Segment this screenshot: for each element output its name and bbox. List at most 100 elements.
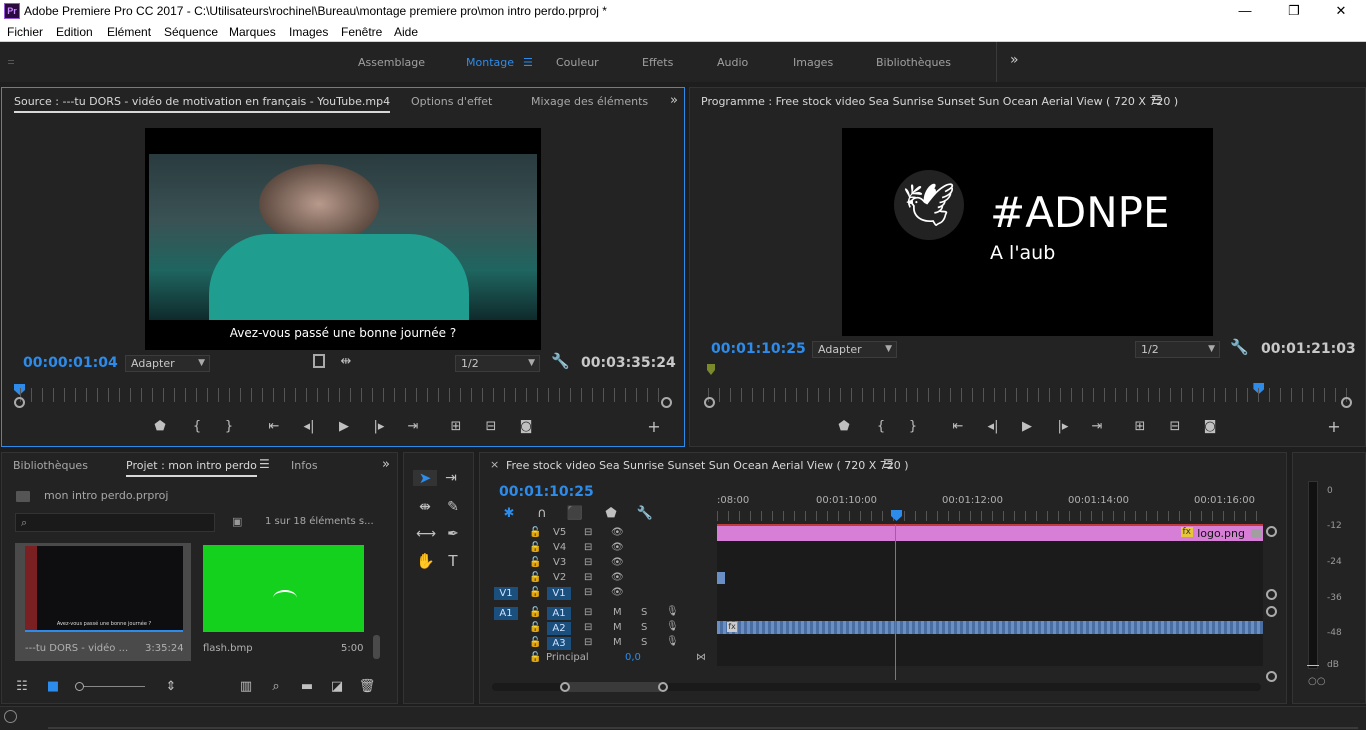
go-to-in-icon[interactable]: ⇤	[265, 419, 283, 435]
scroll-handle[interactable]	[1266, 589, 1277, 600]
source-zoom-select[interactable]: Adapter ▼	[125, 355, 210, 372]
add-button-icon[interactable]: +	[645, 419, 663, 435]
meter-solo-buttons[interactable]: ○○	[1308, 676, 1325, 687]
zoom-handle-left[interactable]	[704, 397, 715, 408]
clip-v2-stub[interactable]	[717, 572, 725, 584]
new-item-icon[interactable]: ◪	[328, 679, 346, 695]
lock-icon[interactable]: 🔓	[529, 622, 541, 633]
sync-lock-icon[interactable]: ⊟	[584, 587, 592, 598]
lock-icon[interactable]: 🔓	[529, 542, 541, 553]
sync-lock-icon[interactable]: ⊟	[584, 542, 592, 553]
menu-fenetre[interactable]: Fenêtre	[341, 25, 382, 39]
safe-margins-icon[interactable]	[313, 354, 325, 368]
lock-icon[interactable]: 🔓	[529, 587, 541, 598]
workspace-menu-icon[interactable]: ☰	[523, 56, 533, 69]
program-timecode[interactable]: 00:01:10:25	[711, 341, 806, 357]
play-icon[interactable]: ▶	[1018, 419, 1036, 435]
source-resolution-select[interactable]: 1/2 ▼	[455, 355, 540, 372]
workspace-montage[interactable]: Montage	[466, 56, 514, 69]
eye-icon[interactable]: 👁	[611, 527, 624, 538]
track-name[interactable]: V1	[547, 587, 571, 600]
lock-icon[interactable]: 🔓	[529, 607, 541, 618]
zoom-handle-right[interactable]	[658, 682, 668, 692]
timeline-settings-icon[interactable]: 🔧	[636, 506, 654, 522]
timeline-timecode[interactable]: 00:01:10:25	[499, 484, 594, 500]
mute-button[interactable]: M	[613, 622, 622, 633]
menu-element[interactable]: Elément	[107, 25, 151, 39]
close-sequence-icon[interactable]: ×	[490, 458, 499, 471]
go-to-out-icon[interactable]: ⇥	[404, 419, 422, 435]
panel-menu-icon[interactable]: ☰	[883, 457, 894, 471]
add-marker-icon[interactable]: ⬟	[835, 419, 853, 435]
step-forward-icon[interactable]: |▸	[370, 419, 388, 435]
slip-icon[interactable]: ⟷	[416, 526, 436, 542]
program-resolution-select[interactable]: 1/2 ▼	[1135, 341, 1220, 358]
solo-button[interactable]: S	[641, 637, 647, 648]
razor-icon[interactable]: ✎	[444, 499, 462, 515]
zoom-handle-right[interactable]	[1341, 397, 1352, 408]
close-button[interactable]: ✕	[1332, 2, 1350, 20]
workspace-images[interactable]: Images	[793, 56, 833, 69]
lock-icon[interactable]: 🔓	[529, 527, 541, 538]
linked-select-icon[interactable]: ⬛	[566, 506, 584, 522]
workspace-audio[interactable]: Audio	[717, 56, 748, 69]
automate-icon[interactable]: ▥	[237, 679, 255, 695]
tab-info[interactable]: Infos	[291, 459, 318, 472]
go-to-in-icon[interactable]: ⇤	[949, 419, 967, 435]
tab-audio-mixer[interactable]: Mixage des éléments a	[531, 95, 649, 108]
source-patch-a1[interactable]: A1	[494, 607, 518, 620]
workspace-assemblage[interactable]: Assemblage	[358, 56, 425, 69]
extract-icon[interactable]: ⊟	[1166, 419, 1184, 435]
zoom-handle-left[interactable]	[560, 682, 570, 692]
menu-fichier[interactable]: Fichier	[7, 25, 43, 39]
add-marker-icon[interactable]: ⬟	[151, 419, 169, 435]
master-volume[interactable]: 0,0	[625, 652, 641, 663]
timeline-ruler[interactable]	[717, 511, 1263, 521]
minimize-button[interactable]: —	[1236, 2, 1254, 20]
clip-logo-png[interactable]: fx logo.png	[717, 526, 1263, 541]
sort-icon[interactable]: ⇕	[162, 679, 180, 695]
list-view-icon[interactable]: ☷	[13, 679, 31, 695]
zoom-handle-left[interactable]	[14, 397, 25, 408]
maximize-button[interactable]: ❐	[1285, 2, 1303, 20]
timeline-scroll-thumb[interactable]	[560, 682, 664, 692]
tab-effect-options[interactable]: Options d'effet	[411, 95, 492, 108]
panel-menu-icon[interactable]: ☰	[259, 457, 270, 471]
snap-icon[interactable]: ∩	[533, 506, 551, 522]
workspace-bibliotheques[interactable]: Bibliothèques	[876, 56, 951, 69]
sync-lock-icon[interactable]: ⊟	[584, 527, 592, 538]
program-title[interactable]: Programme : Free stock video Sea Sunrise…	[701, 95, 1178, 108]
project-item-video[interactable]: Avez-vous passé une bonne journée ? ---t…	[15, 543, 191, 661]
eye-icon[interactable]: 👁	[611, 542, 624, 553]
lock-icon[interactable]: 🔓	[529, 557, 541, 568]
menu-sequence[interactable]: Séquence	[164, 25, 218, 39]
scroll-handle[interactable]	[1266, 526, 1277, 537]
track-name[interactable]: A2	[547, 622, 571, 635]
project-scrollbar[interactable]	[373, 635, 380, 659]
step-back-icon[interactable]: ◂|	[300, 419, 318, 435]
add-button-icon[interactable]: +	[1325, 419, 1343, 435]
go-to-out-icon[interactable]: ⇥	[1088, 419, 1106, 435]
workspace-couleur[interactable]: Couleur	[556, 56, 599, 69]
overwrite-icon[interactable]: ⊟	[482, 419, 500, 435]
zoom-handle-right[interactable]	[661, 397, 672, 408]
folder-icon[interactable]: ▬	[298, 679, 316, 695]
source-patch-v1[interactable]: V1	[494, 587, 518, 600]
type-tool-icon[interactable]: T	[444, 553, 462, 569]
trash-icon[interactable]: 🗑	[358, 679, 376, 695]
icon-view-icon[interactable]: ■	[44, 679, 62, 695]
menu-marques[interactable]: Marques	[229, 25, 276, 39]
in-point-marker-icon[interactable]	[707, 364, 715, 375]
add-marker-icon[interactable]: ⬟	[602, 506, 620, 522]
microphone-icon[interactable]: 🎙	[666, 606, 679, 617]
microphone-icon[interactable]: 🎙	[666, 621, 679, 632]
panel-overflow-icon[interactable]: »	[382, 457, 390, 472]
tab-project[interactable]: Projet : mon intro perdo	[126, 459, 257, 477]
tab-libraries[interactable]: Bibliothèques	[13, 459, 88, 472]
sync-lock-icon[interactable]: ⊟	[584, 557, 592, 568]
lock-icon[interactable]: 🔓	[529, 572, 541, 583]
lock-icon[interactable]: 🔓	[529, 637, 541, 648]
mute-button[interactable]: M	[613, 607, 622, 618]
step-forward-icon[interactable]: |▸	[1054, 419, 1072, 435]
zoom-slider-thumb[interactable]	[75, 682, 84, 691]
